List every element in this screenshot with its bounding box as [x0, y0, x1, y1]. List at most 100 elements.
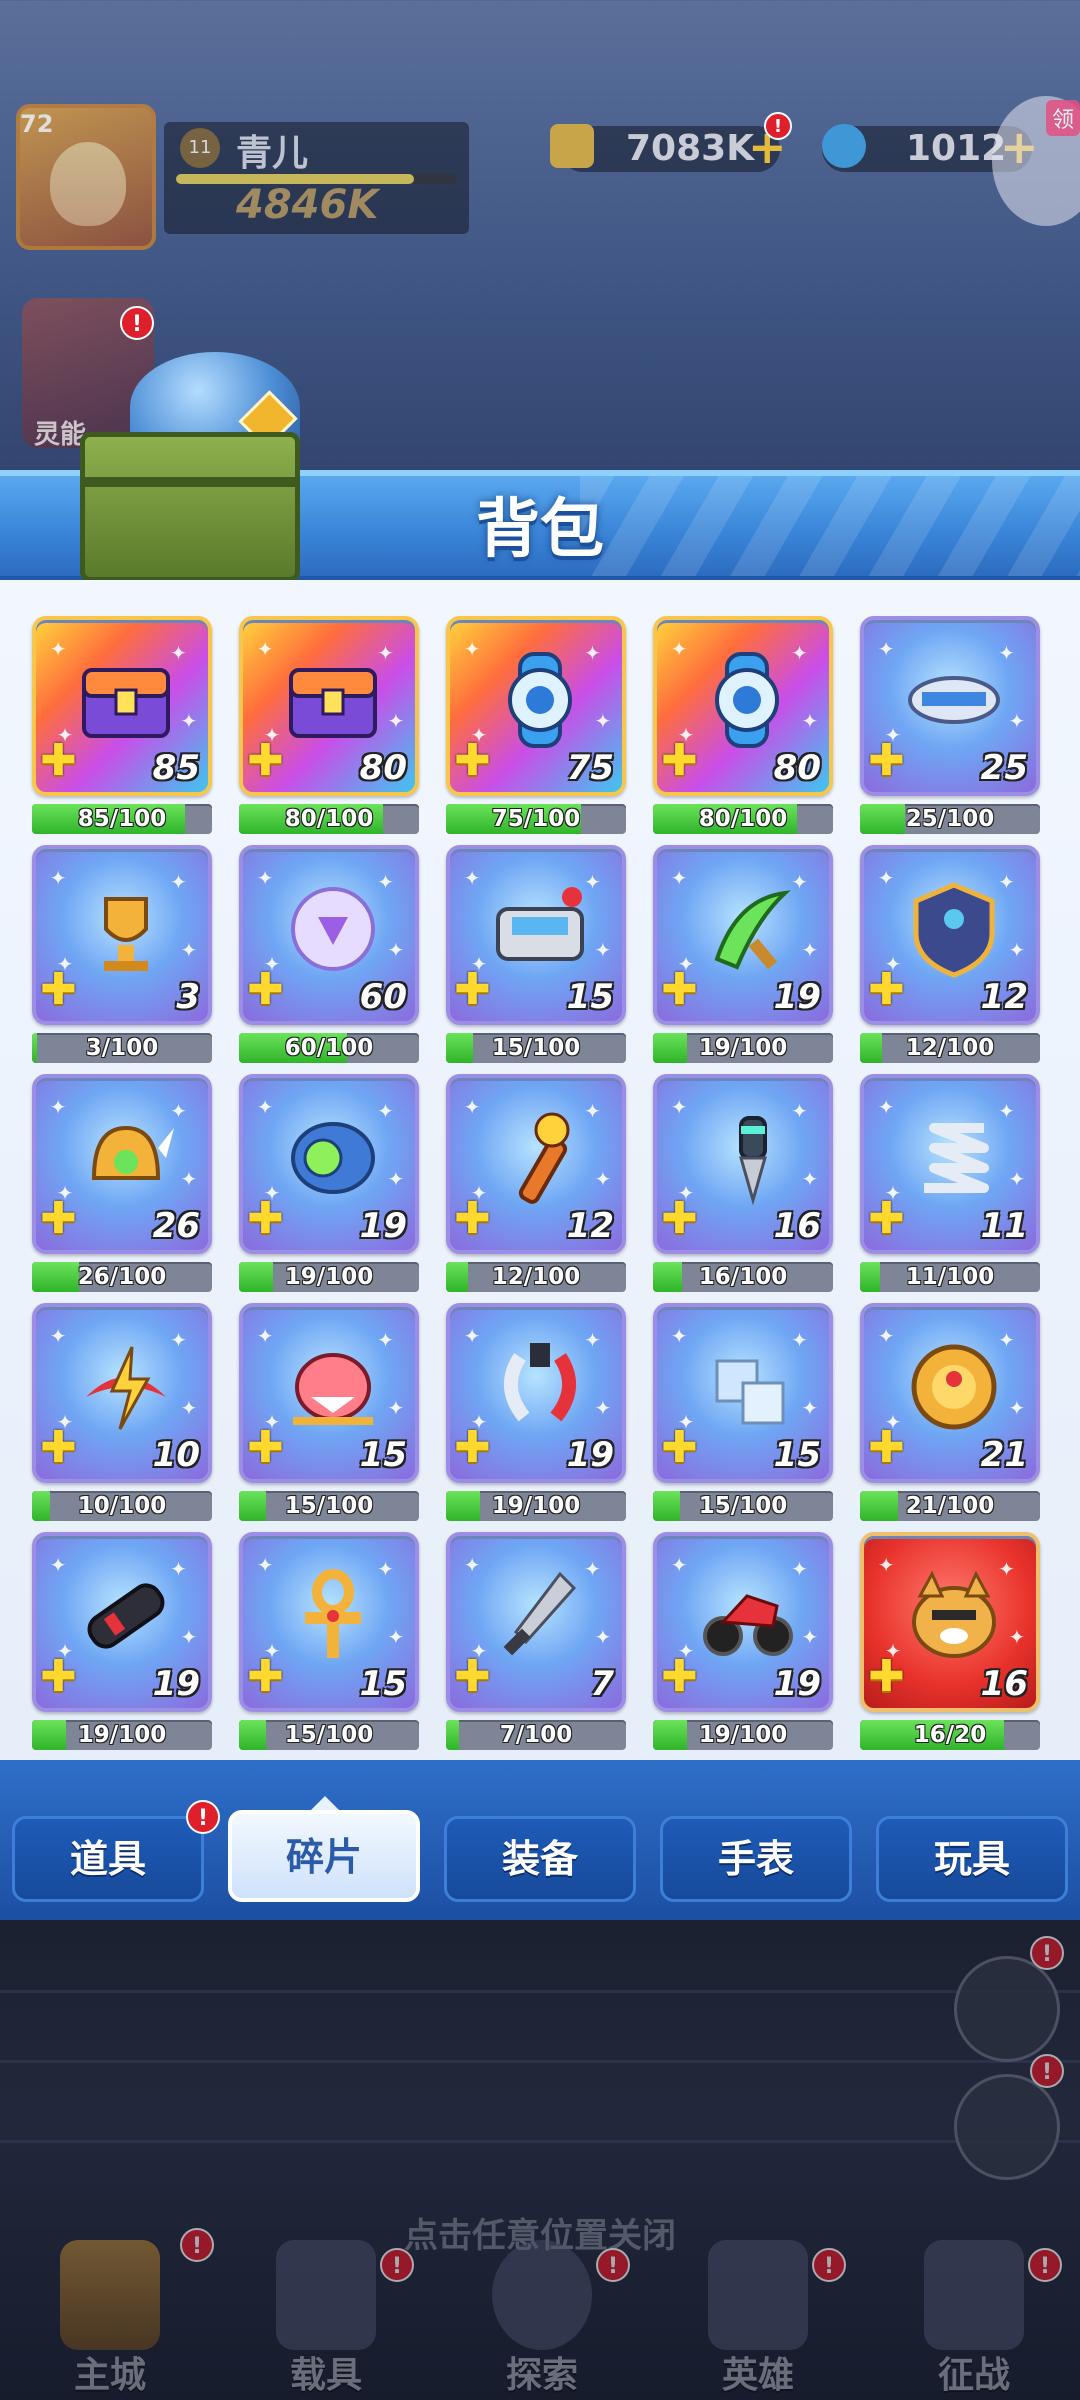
item-card[interactable]: ✦ ✦ ✦ ✦ ✚ 21 [860, 1303, 1040, 1483]
spring-icon [904, 1108, 1004, 1208]
sparkle-icon: ✦ [1008, 1396, 1026, 1421]
item-card[interactable]: ✦ ✦ ✦ ✦ ✚ 19 [446, 1303, 626, 1483]
fragment-item[interactable]: ✦ ✦ ✦ ✦ ✚ 19 19/100 [446, 1303, 626, 1533]
nav-explore[interactable]: 探索 [442, 2220, 642, 2400]
fragment-count: 19 [566, 1435, 614, 1475]
sparkle-icon: ✦ [256, 1324, 274, 1349]
item-card[interactable]: ✦ ✦ ✦ ✦ ✚ 80 [653, 616, 833, 796]
ranking-button-badge: ! [1030, 2054, 1064, 2088]
fragment-item[interactable]: ✦ ✦ ✦ ✦ ✚ 26 26/100 [32, 1074, 212, 1304]
tab-equipment[interactable]: 装备 [444, 1816, 636, 1902]
item-card[interactable]: ✦ ✦ ✦ ✦ ✚ 15 [239, 1532, 419, 1712]
fragment-item[interactable]: ✦ ✦ ✦ ✦ ✚ 21 21/100 [860, 1303, 1040, 1533]
progress-text: 80/100 [284, 806, 374, 832]
progress-text: 26/100 [77, 1264, 167, 1290]
fragment-item[interactable]: ✦ ✦ ✦ ✦ ✚ 80 80/100 [239, 616, 419, 846]
fragment-item[interactable]: ✦ ✦ ✦ ✦ ✚ 80 80/100 [653, 616, 833, 846]
fragment-item[interactable]: ✦ ✦ ✦ ✦ ✚ 19 19/100 [239, 1074, 419, 1304]
item-card[interactable]: ✦ ✦ ✦ ✦ ✚ 19 [653, 845, 833, 1025]
item-card[interactable]: ✦ ✦ ✦ ✦ ✚ 15 [239, 1303, 419, 1483]
item-card[interactable]: ✦ ✦ ✦ ✦ ✚ 19 [239, 1074, 419, 1254]
progress-text: 7/100 [499, 1722, 573, 1748]
sparkle-icon: ✦ [594, 938, 612, 963]
progress-text: 80/100 [698, 806, 788, 832]
cash-resource[interactable]: 7083K + [550, 124, 787, 172]
puzzle-piece-icon: ✚ [40, 1651, 77, 1702]
side-hero-label: 灵能 [34, 420, 87, 450]
item-card[interactable]: ✦ ✦ ✦ ✦ ✚ 80 [239, 616, 419, 796]
progress-text: 11/100 [905, 1264, 995, 1290]
fragment-item[interactable]: ✦ ✦ ✦ ✦ ✚ 60 60/100 [239, 845, 419, 1075]
fragment-progress-bar: 19/100 [446, 1491, 626, 1521]
item-card[interactable]: ✦ ✦ ✦ ✦ ✚ 26 [32, 1074, 212, 1254]
item-card[interactable]: ✦ ✦ ✦ ✦ ✚ 11 [860, 1074, 1040, 1254]
fragment-count: 85 [152, 748, 200, 788]
item-card[interactable]: ✦ ✦ ✦ ✦ ✚ 16 [860, 1532, 1040, 1712]
item-card[interactable]: ✦ ✦ ✦ ✦ ✚ 19 [653, 1532, 833, 1712]
sparkle-icon: ✦ [256, 1095, 274, 1120]
item-card[interactable]: ✦ ✦ ✦ ✦ ✚ 19 [32, 1532, 212, 1712]
fragment-item[interactable]: ✦ ✦ ✦ ✦ ✚ 7 7/100 [446, 1532, 626, 1760]
item-card[interactable]: ✦ ✦ ✦ ✦ ✚ 10 [32, 1303, 212, 1483]
fragment-item[interactable]: ✦ ✦ ✦ ✦ ✚ 11 11/100 [860, 1074, 1040, 1304]
sparkle-icon: ✦ [49, 866, 67, 891]
nav-vehicle[interactable]: 载具 [226, 2220, 426, 2400]
fragment-item[interactable]: ✦ ✦ ✦ ✦ ✚ 19 19/100 [653, 845, 833, 1075]
fragment-item[interactable]: ✦ ✦ ✦ ✦ ✚ 15 15/100 [446, 845, 626, 1075]
player-level: 72 [20, 110, 54, 138]
fragment-item[interactable]: ✦ ✦ ✦ ✦ ✚ 16 16/20 [860, 1532, 1040, 1760]
fragment-item[interactable]: ✦ ✦ ✦ ✦ ✚ 19 19/100 [653, 1532, 833, 1760]
item-card[interactable]: ✦ ✦ ✦ ✦ ✚ 16 [653, 1074, 833, 1254]
fragment-item[interactable]: ✦ ✦ ✦ ✦ ✚ 3 3/100 [32, 845, 212, 1075]
item-card[interactable]: ✦ ✦ ✦ ✦ ✚ 85 [32, 616, 212, 796]
progress-text: 19/100 [284, 1264, 374, 1290]
fragment-item[interactable]: ✦ ✦ ✦ ✦ ✚ 15 15/100 [239, 1303, 419, 1533]
tab-items[interactable]: 道具 [12, 1816, 204, 1902]
sparkle-icon: ✦ [877, 1324, 895, 1349]
item-card[interactable]: ✦ ✦ ✦ ✦ ✚ 12 [860, 845, 1040, 1025]
tab-fragments[interactable]: 碎片 [228, 1810, 420, 1902]
side-button-1[interactable] [954, 1956, 1060, 2062]
fragment-item[interactable]: ✦ ✦ ✦ ✦ ✚ 85 85/100 [32, 616, 212, 846]
sparkle-icon: ✦ [594, 709, 612, 734]
avatar-face [50, 142, 126, 226]
item-card[interactable]: ✦ ✦ ✦ ✦ ✚ 15 [446, 845, 626, 1025]
item-card[interactable]: ✦ ✦ ✦ ✦ ✚ 60 [239, 845, 419, 1025]
tab-toys[interactable]: 玩具 [876, 1816, 1068, 1902]
fragment-item[interactable]: ✦ ✦ ✦ ✦ ✚ 75 75/100 [446, 616, 626, 846]
fragment-count: 15 [359, 1664, 407, 1704]
fragment-count: 7 [590, 1664, 614, 1704]
vehicle-icon [276, 2240, 376, 2350]
fragment-count: 80 [773, 748, 821, 788]
side-hero-badge: ! [120, 306, 154, 340]
item-card[interactable]: ✦ ✦ ✦ ✦ ✚ 3 [32, 845, 212, 1025]
sparkle-icon: ✦ [463, 1324, 481, 1349]
fragment-item[interactable]: ✦ ✦ ✦ ✦ ✚ 10 10/100 [32, 1303, 212, 1533]
fragment-item[interactable]: ✦ ✦ ✦ ✦ ✚ 16 16/100 [653, 1074, 833, 1304]
fragment-item[interactable]: ✦ ✦ ✦ ✦ ✚ 12 12/100 [446, 1074, 626, 1304]
nav-label: 主城 [73, 2355, 146, 2396]
puzzle-piece-icon: ✚ [40, 735, 77, 786]
floor-line [0, 2060, 1080, 2063]
item-card[interactable]: ✦ ✦ ✦ ✦ ✚ 15 [653, 1303, 833, 1483]
fragment-item[interactable]: ✦ ✦ ✦ ✦ ✚ 12 12/100 [860, 845, 1040, 1075]
fragment-item[interactable]: ✦ ✦ ✦ ✦ ✚ 15 15/100 [239, 1532, 419, 1760]
item-card[interactable]: ✦ ✦ ✦ ✦ ✚ 25 [860, 616, 1040, 796]
nav-battle[interactable]: 征战 [874, 2220, 1074, 2400]
tab-watches[interactable]: 手表 [660, 1816, 852, 1902]
progress-text: 10/100 [77, 1493, 167, 1519]
fragment-progress-bar: 26/100 [32, 1262, 212, 1292]
fragment-item[interactable]: ✦ ✦ ✦ ✦ ✚ 15 15/100 [653, 1303, 833, 1533]
sparkle-icon: ✦ [670, 1553, 688, 1578]
ranking-button[interactable] [954, 2074, 1060, 2180]
fragment-item[interactable]: ✦ ✦ ✦ ✦ ✚ 25 25/100 [860, 616, 1040, 846]
eye-icon [283, 1108, 383, 1208]
progress-text: 15/100 [284, 1722, 374, 1748]
item-card[interactable]: ✦ ✦ ✦ ✦ ✚ 75 [446, 616, 626, 796]
nav-hero[interactable]: 英雄 [658, 2220, 858, 2400]
item-grid-area[interactable]: ✦ ✦ ✦ ✦ ✚ 85 85/100 ✦ ✦ ✦ ✦ ✚ 80 80/100 ✦ ✦ ✦ ✦ ✚ 75 75/100 ✦… [0, 580, 1080, 1760]
fragment-item[interactable]: ✦ ✦ ✦ ✦ ✚ 19 19/100 [32, 1532, 212, 1760]
item-card[interactable]: ✦ ✦ ✦ ✦ ✚ 7 [446, 1532, 626, 1712]
item-card[interactable]: ✦ ✦ ✦ ✦ ✚ 12 [446, 1074, 626, 1254]
fragment-progress-bar: 7/100 [446, 1720, 626, 1750]
